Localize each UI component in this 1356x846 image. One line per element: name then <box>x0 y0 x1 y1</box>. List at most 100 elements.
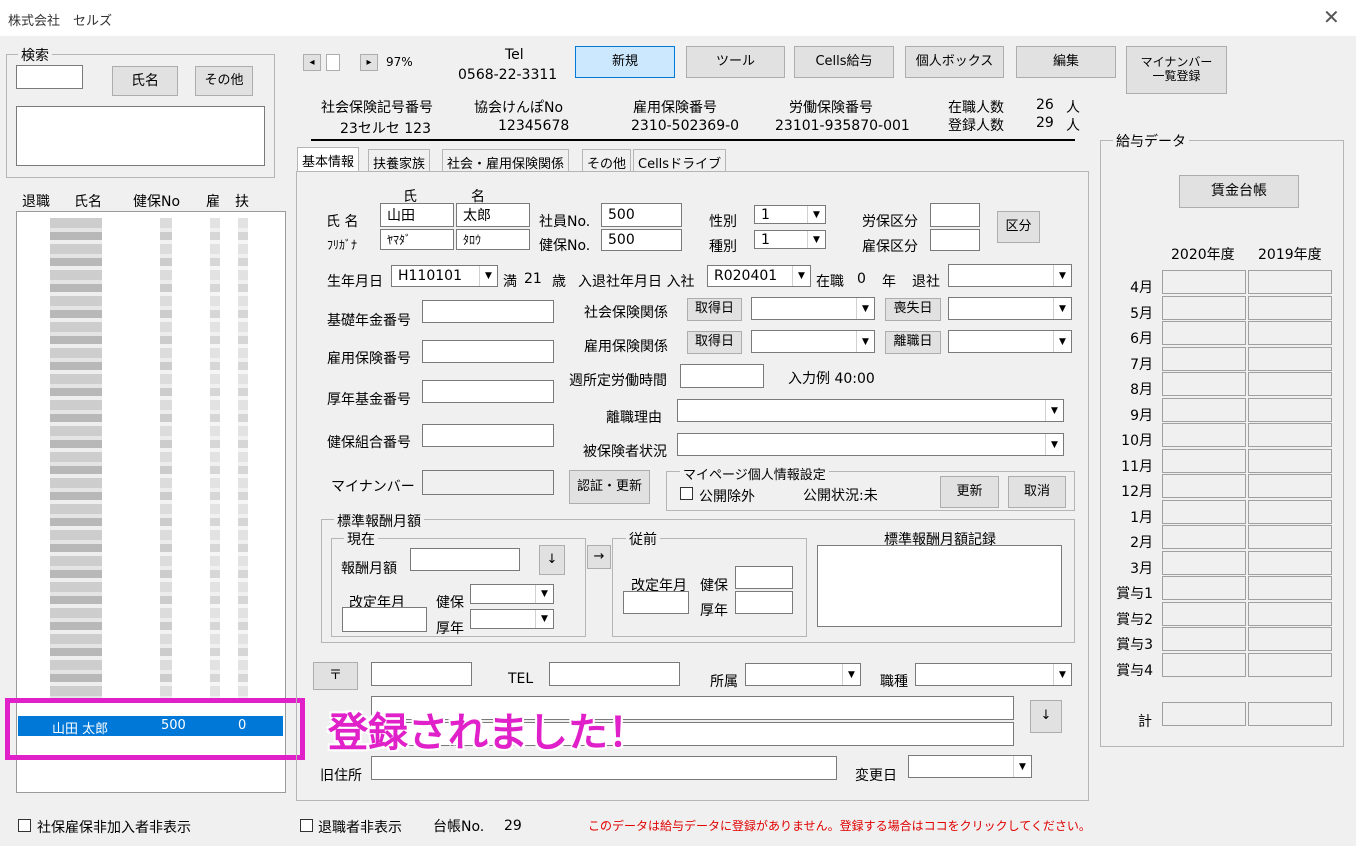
shaho-shutoku-select[interactable]: ▼ <box>751 297 875 320</box>
shaho-soshitsu-select[interactable]: ▼ <box>948 297 1072 320</box>
record-box[interactable] <box>817 545 1062 627</box>
kind-select[interactable]: 1 ▼ <box>754 230 826 249</box>
salary-cell-2019[interactable] <box>1248 296 1332 320</box>
salary-cell-2019[interactable] <box>1248 372 1332 396</box>
hours-field[interactable] <box>680 364 764 388</box>
monthly-down-button[interactable]: ↓ <box>539 545 565 575</box>
shaho-shutoku-button[interactable]: 取得日 <box>687 298 742 321</box>
insured-select[interactable]: ▼ <box>677 433 1064 456</box>
salary-cell-2019[interactable] <box>1248 449 1332 473</box>
salary-cell-2019[interactable] <box>1248 602 1332 626</box>
salary-cell-2020[interactable] <box>1162 296 1246 320</box>
dropdown-arrow-icon[interactable]: ▼ <box>535 585 553 603</box>
kokai-checkbox[interactable] <box>680 487 693 500</box>
salary-cell-2019[interactable] <box>1248 653 1332 677</box>
salary-cell-2019[interactable] <box>1248 500 1332 524</box>
dropdown-arrow-icon[interactable]: ▼ <box>1053 298 1071 319</box>
search-result-box[interactable] <box>16 106 265 166</box>
koyo-shutoku-select[interactable]: ▼ <box>751 330 875 353</box>
koyo-rishoku-button[interactable]: 離職日 <box>885 331 941 354</box>
dropdown-arrow-icon[interactable]: ▼ <box>1013 756 1031 777</box>
edit-button[interactable]: 編集 <box>1016 46 1116 78</box>
prev-kaitei-field[interactable] <box>623 591 689 614</box>
last-name-field[interactable]: 山田 <box>380 203 454 227</box>
salary-missing-warning-link[interactable]: このデータは給与データに登録がありません。登録する場合はココをクリックしてくださ… <box>588 817 1091 834</box>
join-select[interactable]: R020401 ▼ <box>707 265 811 287</box>
shaho-soshitsu-button[interactable]: 喪失日 <box>885 298 941 321</box>
koyo-shutoku-button[interactable]: 取得日 <box>687 331 742 354</box>
tab-other[interactable]: その他 <box>582 149 632 172</box>
salary-cell-2019[interactable] <box>1248 270 1332 294</box>
tab-insurance[interactable]: 社会・雇用保険関係 <box>442 149 570 172</box>
salary-cell-2020[interactable] <box>1162 321 1246 345</box>
koyoho-field[interactable] <box>930 229 980 251</box>
prev-kosei-field[interactable] <box>735 591 793 614</box>
mypage-update-button[interactable]: 更新 <box>940 476 999 508</box>
kumiai-field[interactable] <box>422 424 554 447</box>
dropdown-arrow-icon[interactable]: ▼ <box>807 231 825 248</box>
tab-dependents[interactable]: 扶養家族 <box>368 149 431 172</box>
kiso-field[interactable] <box>422 300 554 323</box>
mynumber-list-button[interactable]: マイナンバー 一覧登録 <box>1126 46 1227 94</box>
record-scroll-thumb[interactable] <box>326 54 340 71</box>
move-right-button[interactable]: → <box>587 545 611 569</box>
salary-cell-2019[interactable] <box>1248 576 1332 600</box>
cells-salary-button[interactable]: Cells給与 <box>794 46 894 78</box>
salary-cell-2020[interactable] <box>1162 525 1246 549</box>
salary-cell-2019[interactable] <box>1248 627 1332 651</box>
emp-no-field[interactable]: 500 <box>601 203 682 227</box>
first-kana-field[interactable]: ﾀﾛｳ <box>456 229 530 250</box>
prev-kenpo-field[interactable] <box>735 566 793 589</box>
old-address-field[interactable] <box>371 756 837 780</box>
personal-box-button[interactable]: 個人ボックス <box>905 46 1004 78</box>
new-button[interactable]: 新規 <box>575 46 675 78</box>
koyo-no-field[interactable] <box>422 340 554 363</box>
salary-total-2019[interactable] <box>1248 702 1332 726</box>
koyo-rishoku-select[interactable]: ▼ <box>948 330 1072 353</box>
dropdown-arrow-icon[interactable]: ▼ <box>1053 331 1071 352</box>
current-kenpo-select[interactable]: ▼ <box>470 584 554 604</box>
salary-cell-2020[interactable] <box>1162 474 1246 498</box>
dropdown-arrow-icon[interactable]: ▼ <box>856 331 874 352</box>
salary-cell-2020[interactable] <box>1162 270 1246 294</box>
tab-cells-drive[interactable]: Cellsドライブ <box>633 149 727 172</box>
next-record-button[interactable]: ▸ <box>360 54 378 71</box>
selected-list-row[interactable]: 山田 太郎 500 0 <box>18 716 283 737</box>
salary-cell-2020[interactable] <box>1162 576 1246 600</box>
search-name-button[interactable]: 氏名 <box>112 66 178 96</box>
salary-total-2020[interactable] <box>1162 702 1246 726</box>
salary-cell-2020[interactable] <box>1162 602 1246 626</box>
salary-cell-2019[interactable] <box>1248 347 1332 371</box>
search-input[interactable] <box>16 65 83 89</box>
auth-update-button[interactable]: 認証・更新 <box>569 470 650 504</box>
mynumber-field[interactable] <box>422 470 554 495</box>
dropdown-arrow-icon[interactable]: ▼ <box>1045 400 1063 421</box>
search-other-button[interactable]: その他 <box>195 66 253 96</box>
salary-cell-2019[interactable] <box>1248 525 1332 549</box>
tool-button[interactable]: ツール <box>686 46 785 78</box>
hide-retired-checkbox[interactable] <box>300 819 313 832</box>
hide-unenrolled-checkbox[interactable] <box>18 819 31 832</box>
address-tel-field[interactable] <box>549 662 680 686</box>
current-kosei-select[interactable]: ▼ <box>470 609 554 629</box>
dropdown-arrow-icon[interactable]: ▼ <box>842 664 860 685</box>
salary-cell-2019[interactable] <box>1248 423 1332 447</box>
birth-select[interactable]: H110101 ▼ <box>391 265 498 287</box>
salary-cell-2020[interactable] <box>1162 449 1246 473</box>
kaitei-field[interactable] <box>342 607 427 632</box>
salary-cell-2020[interactable] <box>1162 423 1246 447</box>
salary-cell-2019[interactable] <box>1248 474 1332 498</box>
dropdown-arrow-icon[interactable]: ▼ <box>1045 434 1063 455</box>
monthly-field[interactable] <box>410 548 520 571</box>
salary-cell-2020[interactable] <box>1162 653 1246 677</box>
reason-select[interactable]: ▼ <box>677 399 1064 422</box>
dropdown-arrow-icon[interactable]: ▼ <box>856 298 874 319</box>
dropdown-arrow-icon[interactable]: ▼ <box>479 266 497 286</box>
postal-button[interactable]: 〒 <box>313 662 358 690</box>
close-icon[interactable]: ✕ <box>1323 5 1340 29</box>
tab-basic-info[interactable]: 基本情報 <box>297 147 360 172</box>
mypage-cancel-button[interactable]: 取消 <box>1008 476 1066 508</box>
kosei-field[interactable] <box>422 380 554 403</box>
change-date-select[interactable]: ▼ <box>908 755 1032 778</box>
salary-cell-2020[interactable] <box>1162 500 1246 524</box>
